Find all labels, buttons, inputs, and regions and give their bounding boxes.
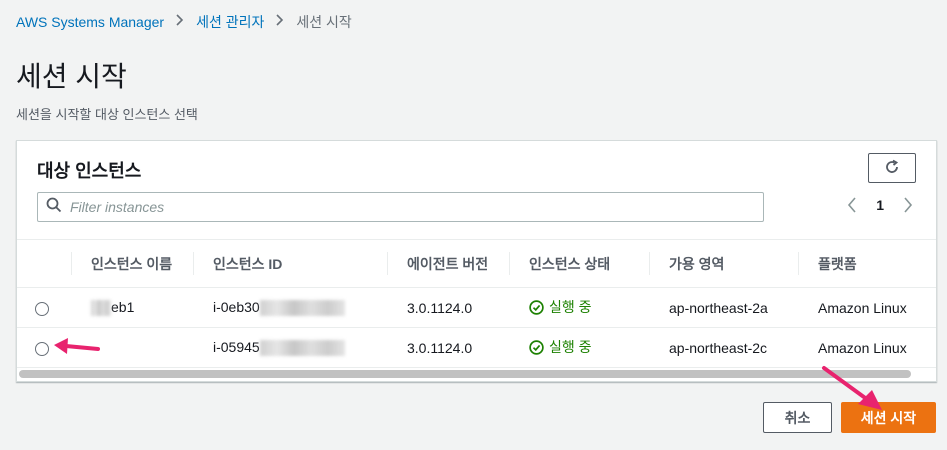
cancel-button[interactable]: 취소 [763,402,832,433]
redacted-mask [259,340,345,357]
page-title: 세션 시작 [16,61,127,92]
agent-version: 3.0.1124.0 [387,327,509,368]
search-icon [46,197,62,218]
platform: Amazon Linux [798,287,936,328]
instance-state: 실행 중 [509,327,649,368]
filter-instances-input[interactable] [70,199,710,215]
instance-id: i-0eb30 [193,287,387,328]
row-radio[interactable] [35,301,49,316]
table-row[interactable]: eb1 i-0eb30 3.0.1124.0 실행 중 ap-northeast… [17,287,936,328]
column-header-platform[interactable]: 플랫폼 [798,239,936,288]
horizontal-scrollbar[interactable] [19,370,911,378]
column-header-name[interactable]: 인스턴스 이름 [71,239,193,288]
pagination: 1 [842,197,918,213]
column-header-agent-version[interactable]: 에이전트 버전 [387,239,509,288]
select-column-header [17,239,71,288]
row-radio[interactable] [35,341,49,356]
table-header-row: 인스턴스 이름 인스턴스 ID 에이전트 버전 인스턴스 상태 가용 영역 플랫… [17,239,936,288]
column-header-id[interactable]: 인스턴스 ID [193,239,387,288]
column-header-az[interactable]: 가용 영역 [649,239,798,288]
column-header-state[interactable]: 인스턴스 상태 [509,239,649,288]
breadcrumb-current: 세션 시작 [296,14,352,30]
refresh-button[interactable] [868,153,916,183]
filter-instances-field[interactable] [37,192,764,222]
availability-zone: ap-northeast-2a [649,287,798,328]
breadcrumb-session-manager[interactable]: 세션 관리자 [196,12,264,32]
check-circle-icon [529,340,544,355]
page-number[interactable]: 1 [876,197,884,213]
start-session-button[interactable]: 세션 시작 [841,402,936,433]
instance-state: 실행 중 [509,287,649,328]
breadcrumb-systems-manager[interactable]: AWS Systems Manager [16,14,164,30]
target-instances-panel: 대상 인스턴스 1 [16,140,937,382]
table-row[interactable]: i-05945 3.0.1124.0 실행 중 ap-northeast-2c … [17,327,936,368]
refresh-icon [884,159,900,178]
breadcrumb: AWS Systems Manager 세션 관리자 세션 시작 [16,12,352,32]
platform: Amazon Linux [798,327,936,368]
chevron-right-icon [176,13,184,31]
instances-table: 인스턴스 이름 인스턴스 ID 에이전트 버전 인스턴스 상태 가용 영역 플랫… [17,239,936,368]
page-description: 세션을 시작할 대상 인스턴스 선택 [16,107,198,122]
instance-name: eb1 [71,287,193,328]
availability-zone: ap-northeast-2c [649,327,798,368]
agent-version: 3.0.1124.0 [387,287,509,328]
instance-name [71,327,193,368]
panel-title: 대상 인스턴스 [37,161,142,181]
chevron-right-icon [276,13,284,31]
check-circle-icon [529,300,544,315]
chevron-right-icon[interactable] [898,197,918,213]
instance-id: i-05945 [193,327,387,368]
chevron-left-icon[interactable] [842,197,862,213]
redacted-mask [259,300,345,317]
redacted-mask [91,300,111,317]
